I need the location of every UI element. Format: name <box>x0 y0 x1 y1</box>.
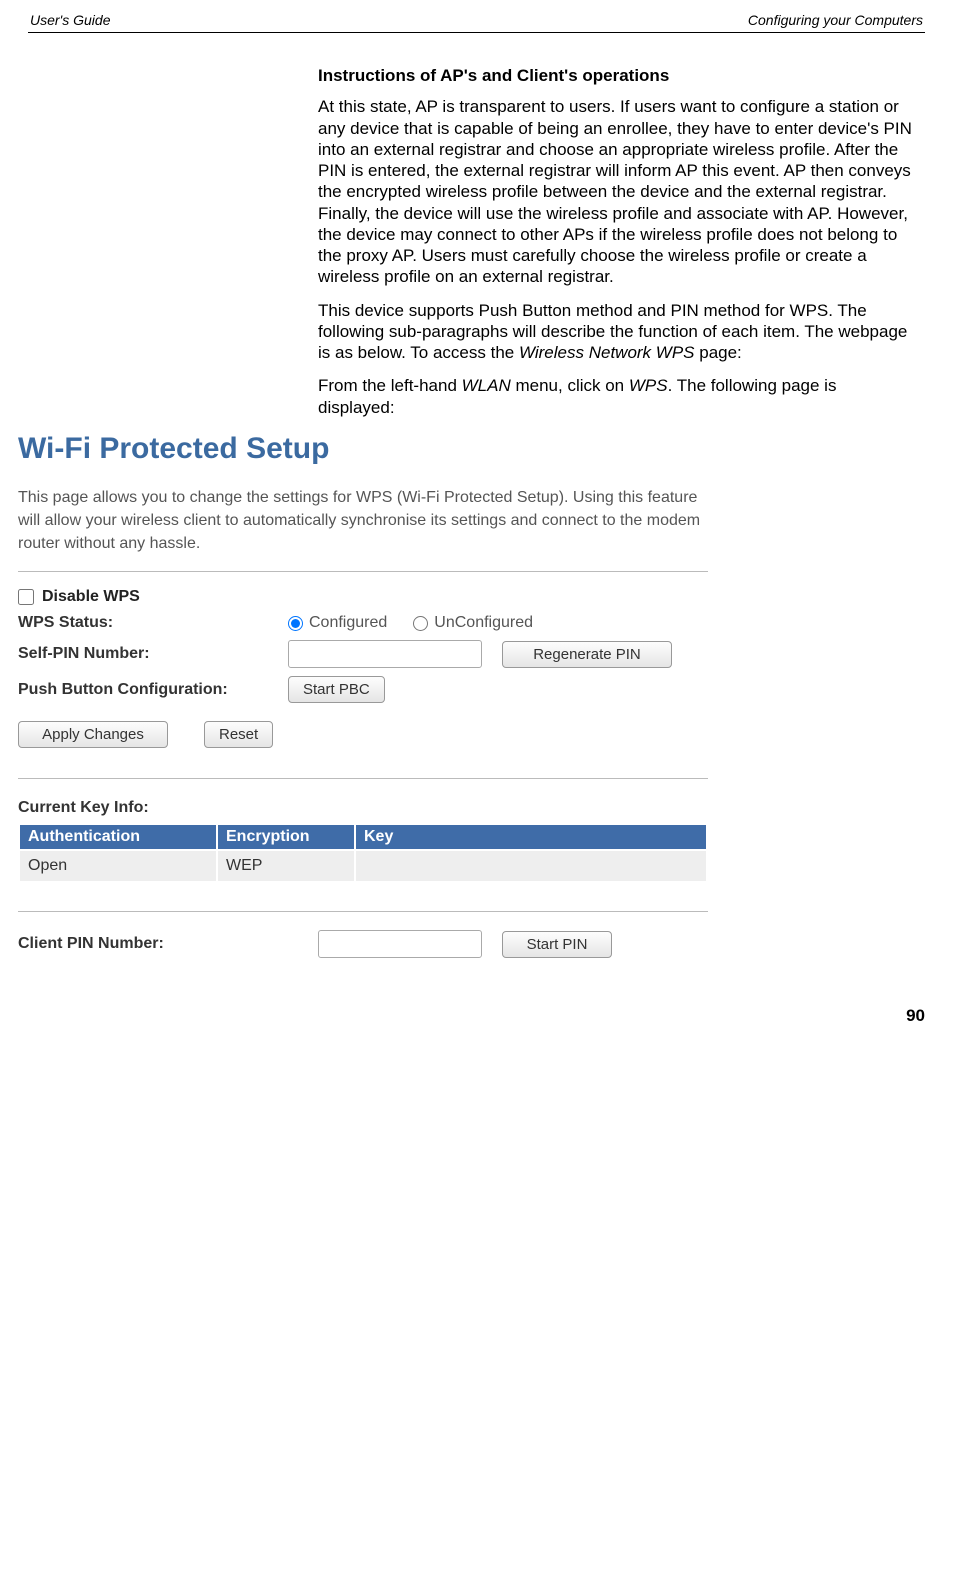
wps-status-configured-radio[interactable] <box>288 616 303 631</box>
page-header: User's Guide Configuring your Computers <box>28 12 925 32</box>
page-number: 90 <box>0 996 953 1036</box>
td-encryption: WEP <box>217 850 355 882</box>
wps-title: Wi-Fi Protected Setup <box>18 432 708 466</box>
wps-status-configured-option[interactable]: Configured <box>288 614 387 632</box>
action-buttons-row: Apply Changes Reset <box>18 721 708 748</box>
td-authentication: Open <box>19 850 217 882</box>
th-encryption: Encryption <box>217 824 355 850</box>
client-pin-label: Client PIN Number: <box>18 935 318 953</box>
disable-wps-label: Disable WPS <box>42 588 140 606</box>
wps-screenshot-panel: Wi-Fi Protected Setup This page allows y… <box>18 432 708 959</box>
paragraph-2: This device supports Push Button method … <box>318 300 915 364</box>
header-left: User's Guide <box>30 12 110 28</box>
section-heading: Instructions of AP's and Client's operat… <box>318 65 915 86</box>
self-pin-row: Self-PIN Number: Regenerate PIN <box>18 640 708 668</box>
td-key <box>355 850 707 882</box>
divider <box>18 911 708 912</box>
start-pin-button[interactable]: Start PIN <box>502 931 612 958</box>
disable-wps-checkbox[interactable] <box>18 589 34 605</box>
wps-status-row: WPS Status: Configured UnConfigured <box>18 614 708 632</box>
th-key: Key <box>355 824 707 850</box>
start-pbc-button[interactable]: Start PBC <box>288 676 385 703</box>
client-pin-row: Client PIN Number: Start PIN <box>18 930 708 958</box>
paragraph-3: From the left-hand WLAN menu, click on W… <box>318 375 915 418</box>
pbc-label: Push Button Configuration: <box>18 681 288 699</box>
header-rule <box>28 32 925 33</box>
reset-button[interactable]: Reset <box>204 721 273 748</box>
wps-status-label: WPS Status: <box>18 614 288 632</box>
self-pin-input[interactable] <box>288 640 482 668</box>
disable-wps-row: Disable WPS <box>18 588 708 606</box>
wps-status-unconfigured-radio[interactable] <box>413 616 428 631</box>
header-right: Configuring your Computers <box>748 12 923 28</box>
apply-changes-button[interactable]: Apply Changes <box>18 721 168 748</box>
self-pin-label: Self-PIN Number: <box>18 645 288 663</box>
pbc-row: Push Button Configuration: Start PBC <box>18 676 708 703</box>
table-header-row: Authentication Encryption Key <box>19 824 707 850</box>
wps-description: This page allows you to change the setti… <box>18 486 708 556</box>
paragraph-1: At this state, AP is transparent to user… <box>318 96 915 287</box>
document-body: Instructions of AP's and Client's operat… <box>318 65 915 418</box>
key-info-table: Authentication Encryption Key Open WEP <box>18 823 708 883</box>
wps-status-unconfigured-option[interactable]: UnConfigured <box>413 614 533 632</box>
divider <box>18 778 708 779</box>
client-pin-input[interactable] <box>318 930 482 958</box>
regenerate-pin-button[interactable]: Regenerate PIN <box>502 641 672 668</box>
divider <box>18 571 708 572</box>
table-row: Open WEP <box>19 850 707 882</box>
current-key-info-label: Current Key Info: <box>18 799 708 817</box>
th-authentication: Authentication <box>19 824 217 850</box>
